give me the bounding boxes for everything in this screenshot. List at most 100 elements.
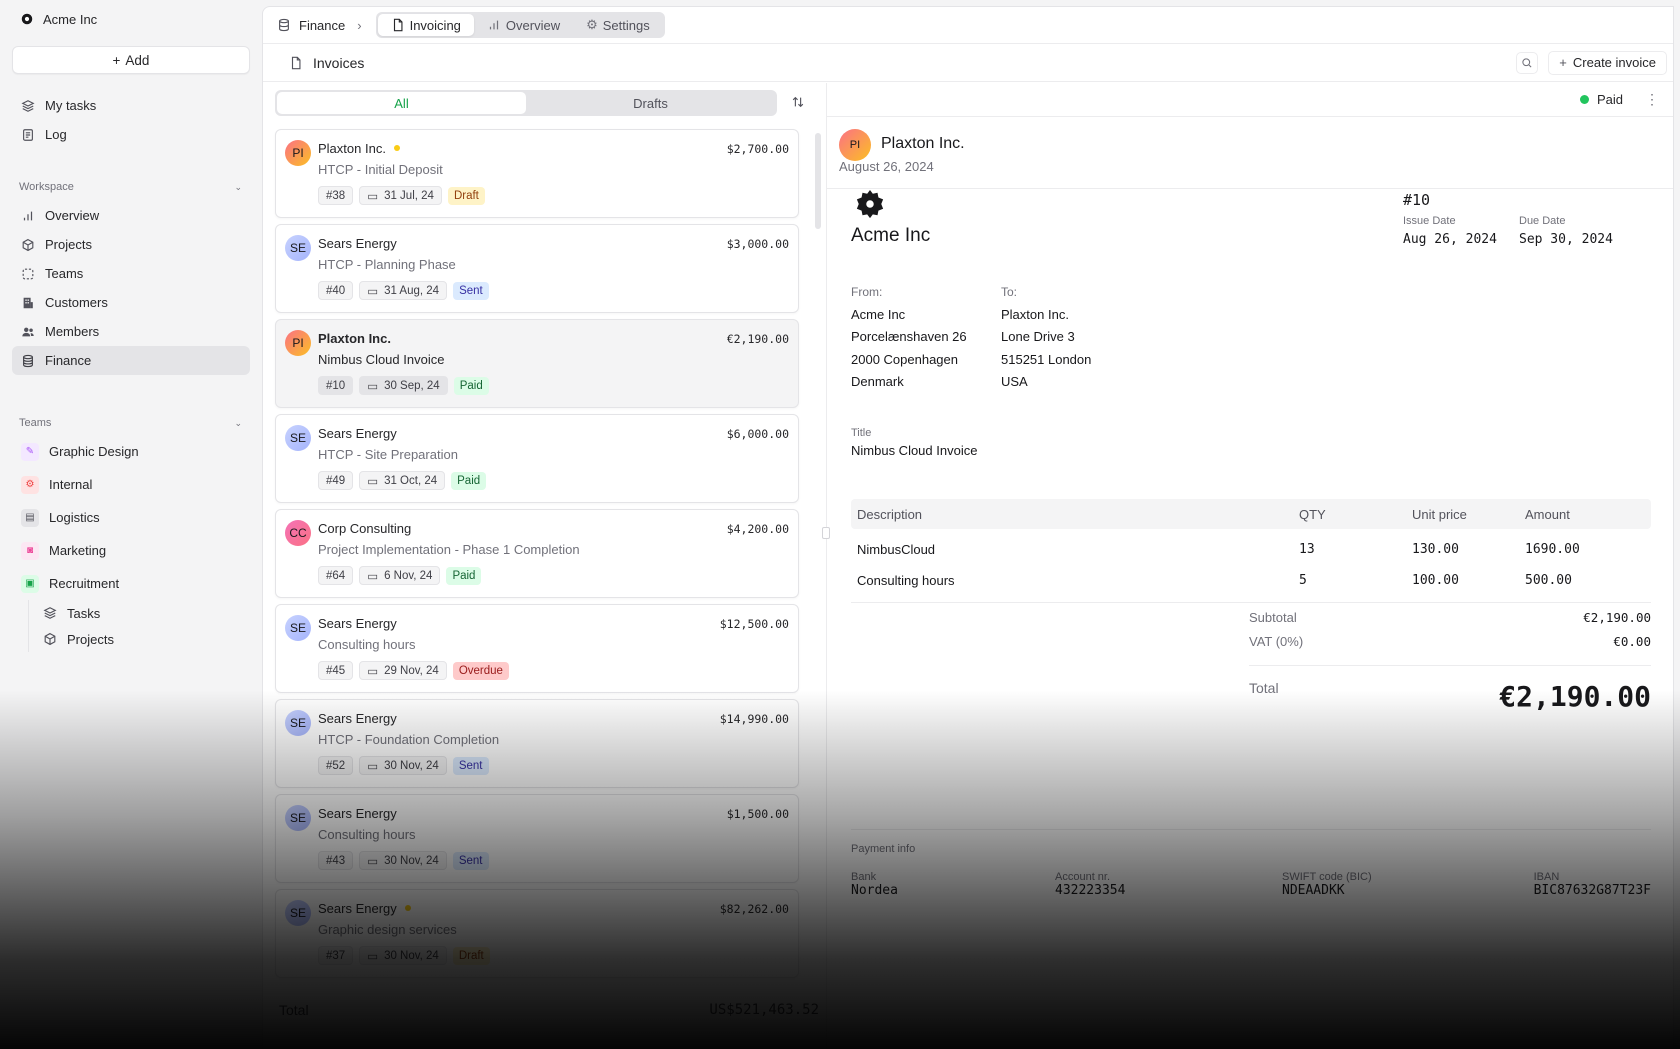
org-name: Acme Inc (43, 11, 98, 27)
list-scrollbar[interactable] (815, 133, 821, 229)
invoice-card[interactable]: SE Sears Energy $3,000.00 HTCP - Plannin… (275, 224, 799, 313)
invoice-customer: Sears Energy (318, 900, 397, 916)
list-total-label: Total (279, 1002, 309, 1018)
column-header: Description (857, 506, 923, 522)
sidebar-item-finance[interactable]: Finance (12, 346, 250, 375)
calendar-icon: ▭ (367, 855, 379, 868)
breadcrumb[interactable]: Finance › (277, 18, 362, 33)
subtotal-value: €2,190.00 (1583, 609, 1651, 625)
from-label: From: (851, 285, 883, 299)
divider (851, 829, 1651, 830)
org-switcher[interactable]: Acme Inc (12, 0, 250, 38)
create-invoice-button[interactable]: + Create invoice (1548, 50, 1667, 75)
add-label: Add (125, 52, 150, 68)
invoice-card[interactable]: SE Sears Energy $12,500.00 Consulting ho… (275, 604, 799, 693)
sidebar-item-recruitment[interactable]: ▣ Recruitment (12, 567, 250, 600)
sidebar-subitem-tasks[interactable]: Tasks (43, 600, 250, 626)
invoice-card[interactable]: CC Corp Consulting $4,200.00 Project Imp… (275, 509, 799, 598)
item-description: Consulting hours (857, 573, 955, 588)
invoice-title: Consulting hours (318, 827, 416, 842)
sidebar-item-teams[interactable]: Teams (12, 259, 250, 288)
calendar-icon: ▭ (367, 475, 379, 488)
totals-block: Subtotal €2,190.00 VAT (0%) €0.00 Total … (1249, 605, 1651, 713)
log-icon (23, 128, 33, 141)
column-header: Amount (1525, 506, 1570, 522)
list-total: Total US$521,463.52 (279, 1002, 819, 1018)
invoice-title: HTCP - Site Preparation (318, 447, 458, 462)
tab-label: Settings (602, 17, 650, 33)
sidebar-item-label: Overview (45, 208, 100, 223)
resize-handle[interactable] (822, 527, 830, 539)
more-vertical-icon[interactable]: ⋮ (1645, 91, 1659, 108)
invoice-card[interactable]: SE Sears Energy $82,262.00 Graphic desig… (275, 889, 799, 978)
tab-invoicing[interactable]: Invoicing (377, 14, 474, 36)
add-button[interactable]: + Add (12, 46, 250, 74)
invoice-card[interactable]: SE Sears Energy $14,990.00 HTCP - Founda… (275, 699, 799, 788)
subtotal-label: Subtotal (1249, 609, 1297, 625)
sidebar-item-label: Members (45, 324, 100, 339)
avatar: PI (285, 330, 311, 356)
sidebar-item-log[interactable]: Log (12, 120, 250, 149)
invoice-card[interactable]: SE Sears Energy $6,000.00 HTCP - Site Pr… (275, 414, 799, 503)
sidebar-item-projects[interactable]: Projects (12, 230, 250, 259)
create-invoice-label: Create invoice (1572, 55, 1656, 70)
invoice-card-selected[interactable]: PI Plaxton Inc. €2,190.00 Nimbus Cloud I… (275, 319, 799, 408)
sidebar: Acme Inc + Add My tasks Log Workspace ⌄ … (0, 0, 262, 1049)
issue-date: Aug 26, 2024 (1403, 232, 1497, 247)
sidebar-item-members[interactable]: Members (12, 317, 250, 346)
sidebar-subitem-projects[interactable]: Projects (43, 626, 250, 652)
status-label: Paid (1596, 92, 1623, 107)
invoice-customer: Sears Energy (318, 710, 397, 726)
building-icon (23, 297, 33, 308)
invoice-date: 30 Sep, 24 (384, 379, 440, 392)
avatar: SE (285, 615, 311, 641)
unread-dot (404, 905, 411, 911)
invoice-date: 6 Nov, 24 (384, 569, 433, 582)
invoice-card[interactable]: SE Sears Energy $1,500.00 Consulting hou… (275, 794, 799, 883)
calendar-icon: ▭ (367, 950, 379, 963)
tab-settings[interactable]: ⚙ Settings (573, 14, 663, 36)
sidebar-item-marketing[interactable]: ◙ Marketing (12, 534, 250, 567)
payment-field-label: Account nr. (1055, 871, 1111, 883)
sidebar-item-internal[interactable]: ⚙ Internal (12, 468, 250, 501)
sort-icon[interactable] (791, 95, 805, 109)
status-indicator[interactable]: Paid (1579, 92, 1623, 107)
box-icon (44, 632, 56, 646)
item-qty: 5 (1299, 573, 1307, 588)
from-line: Porcelænshaven 26 (851, 329, 967, 344)
invoice-title: HTCP - Initial Deposit (318, 162, 443, 177)
sidebar-top-nav: My tasks Log (12, 91, 250, 149)
invoice-card[interactable]: PI Plaxton Inc. $2,700.00 HTCP - Initial… (275, 129, 799, 218)
total-value: €2,190.00 (1499, 680, 1651, 713)
payment-field-value: Nordea (851, 883, 898, 898)
sidebar-item-logistics[interactable]: ▤ Logistics (12, 501, 250, 534)
divider (851, 602, 1651, 603)
sidebar-item-graphic-design[interactable]: ✎ Graphic Design (12, 435, 250, 468)
briefcase-icon: ▣ (21, 574, 39, 593)
tab-overview[interactable]: Overview (474, 14, 573, 36)
sidebar-item-customers[interactable]: Customers (12, 288, 250, 317)
database-icon (23, 354, 33, 367)
invoice-title: Consulting hours (318, 637, 416, 652)
search-button[interactable] (1516, 51, 1539, 74)
vat-value: €0.00 (1613, 633, 1651, 649)
sidebar-item-my-tasks[interactable]: My tasks (12, 91, 250, 120)
gear-icon: ⚙ (21, 475, 39, 494)
payment-field-value: BIC87632G87T23F (1533, 883, 1651, 898)
gear-icon: ⚙ (586, 17, 598, 32)
workspace-section-header[interactable]: Workspace ⌄ (12, 177, 250, 197)
to-line: Lone Drive 3 (1001, 329, 1075, 344)
to-line: 515251 London (1001, 351, 1092, 367)
sidebar-item-label: Finance (45, 353, 92, 368)
invoice-date-chip: ▭ 6 Nov, 24 (359, 566, 441, 585)
invoice-amount: €2,190.00 (726, 332, 789, 346)
filter-all[interactable]: All (277, 92, 526, 114)
invoice-filter: All Drafts (275, 90, 777, 116)
sidebar-item-label: Logistics (49, 510, 100, 525)
filter-drafts[interactable]: Drafts (526, 92, 775, 114)
sidebar-item-overview[interactable]: Overview (12, 201, 250, 230)
teams-section-header[interactable]: Teams ⌄ (12, 413, 250, 433)
search-icon (1522, 57, 1532, 67)
plus-icon: + (112, 52, 121, 68)
payment-field-value: 432223354 (1055, 883, 1126, 898)
